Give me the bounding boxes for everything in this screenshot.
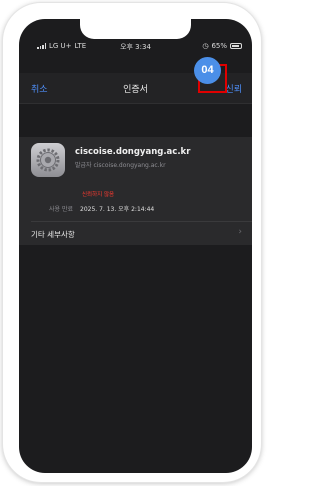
certificate-gear-icon — [31, 143, 65, 177]
trust-button[interactable]: 신뢰 — [225, 82, 242, 95]
status-bar: LG U+ LTE 오후 3:34 ◷ 65% — [19, 39, 252, 53]
certificate-name: ciscoise.dongyang.ac.kr — [75, 147, 191, 157]
expiry-label: 사용 만료 — [49, 206, 73, 213]
step-badge: 04 — [194, 57, 221, 84]
battery-icon — [230, 43, 242, 49]
more-details-row[interactable]: 기타 세부사항 › — [19, 222, 252, 245]
more-details-label: 기타 세부사항 — [31, 230, 75, 239]
battery-percent: 65% — [211, 42, 227, 50]
phone-notch — [80, 19, 191, 39]
expiry-value: 2025. 7. 13. 오후 2:14:44 — [80, 206, 155, 213]
certificate-issuer: 발급자 ciscoise.dongyang.ac.kr — [75, 162, 166, 169]
trust-status-badge: 신뢰하지 않음 — [82, 192, 115, 198]
status-right: ◷ 65% — [202, 42, 242, 50]
certificate-card: ciscoise.dongyang.ac.kr 발급자 ciscoise.don… — [19, 137, 252, 245]
alarm-icon: ◷ — [202, 42, 209, 50]
chevron-right-icon: › — [238, 227, 242, 237]
